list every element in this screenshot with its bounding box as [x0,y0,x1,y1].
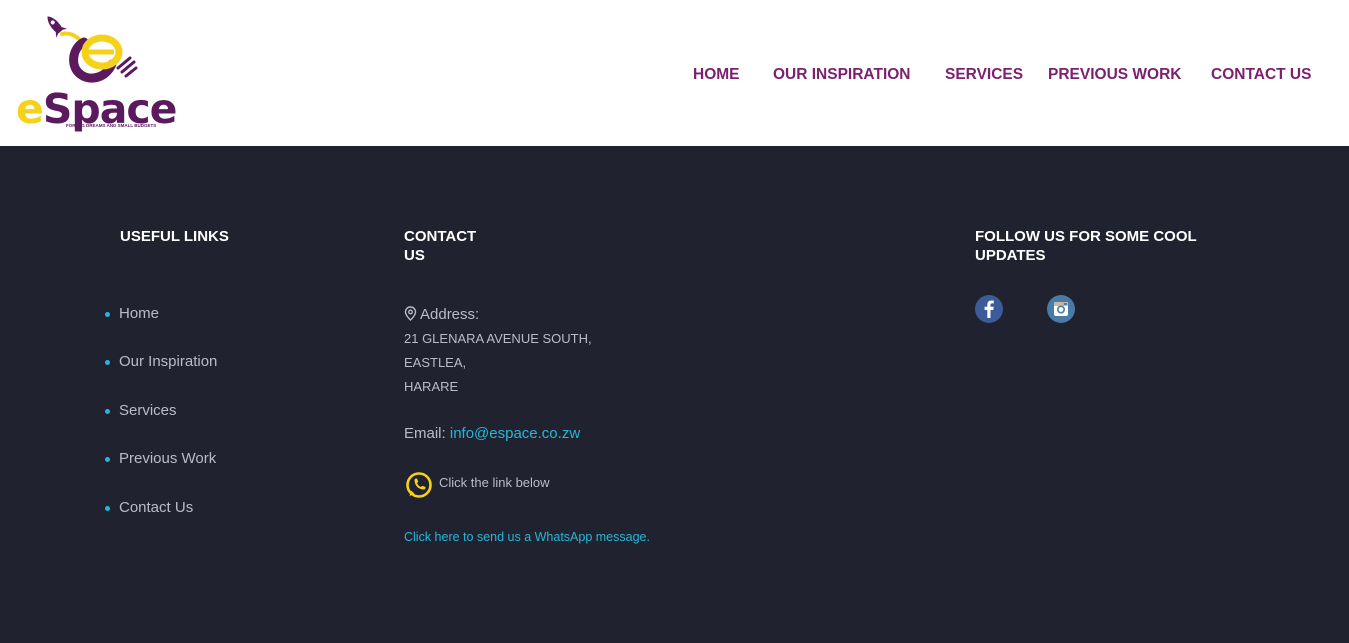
footer-link-contact-us[interactable]: Contact Us [119,499,193,516]
bullet-icon [105,457,110,462]
nav-home[interactable]: HOME [693,66,740,84]
bullet-icon [105,312,110,317]
location-pin-icon [404,306,420,325]
follow-title-line-1: FOLLOW US FOR SOME COOL [975,228,1197,245]
address-line-1: 21 GLENARA AVENUE SOUTH, [404,331,592,346]
site-header: eSpace FOR BIG DREAMS AND SMALL BUDGETS … [0,0,1349,146]
address-line-3: HARARE [404,379,459,394]
email-link[interactable]: info@espace.co.zw [450,425,580,442]
nav-contact-us[interactable]: CONTACT US [1211,66,1311,84]
nav-services[interactable]: SERVICES [945,66,1023,84]
address-label: Address: [420,306,480,323]
nav-our-inspiration[interactable]: OUR INSPIRATION [773,66,911,84]
useful-links-title: USEFUL LINKS [120,228,229,245]
logo-tagline: FOR BIG DREAMS AND SMALL BUDGETS [66,123,157,128]
footer-link-previous-work[interactable]: Previous Work [119,450,216,467]
contact-title: CONTACT US [404,228,477,264]
email-row: Email: info@espace.co.zw [404,425,580,442]
footer-link-services[interactable]: Services [119,402,177,419]
main-nav: HOME OUR INSPIRATION SERVICES PREVIOUS W… [0,66,1349,86]
bullet-icon [105,506,110,511]
instagram-icon[interactable] [1047,295,1075,323]
site-footer: USEFUL LINKS Home Our Inspiration Servic… [0,146,1349,643]
address-heading: Address: [404,306,479,325]
footer-link-home[interactable]: Home [119,305,159,322]
follow-title: FOLLOW US FOR SOME COOL UPDATES [975,227,1197,265]
whatsapp-link[interactable]: Click here to send us a WhatsApp message… [404,530,650,544]
facebook-icon[interactable] [975,295,1003,323]
logo-wordmark-e: e [16,85,44,133]
address-line-2: EASTLEA, [404,355,467,370]
footer-link-our-inspiration[interactable]: Our Inspiration [119,353,217,370]
email-label: Email: [404,425,446,442]
whatsapp-text: Click the link below [439,475,550,490]
bullet-icon [105,360,110,365]
whatsapp-icon [404,470,434,500]
follow-title-line-2: UPDATES [975,247,1046,264]
bullet-icon [105,409,110,414]
nav-previous-work[interactable]: PREVIOUS WORK [1048,66,1181,84]
